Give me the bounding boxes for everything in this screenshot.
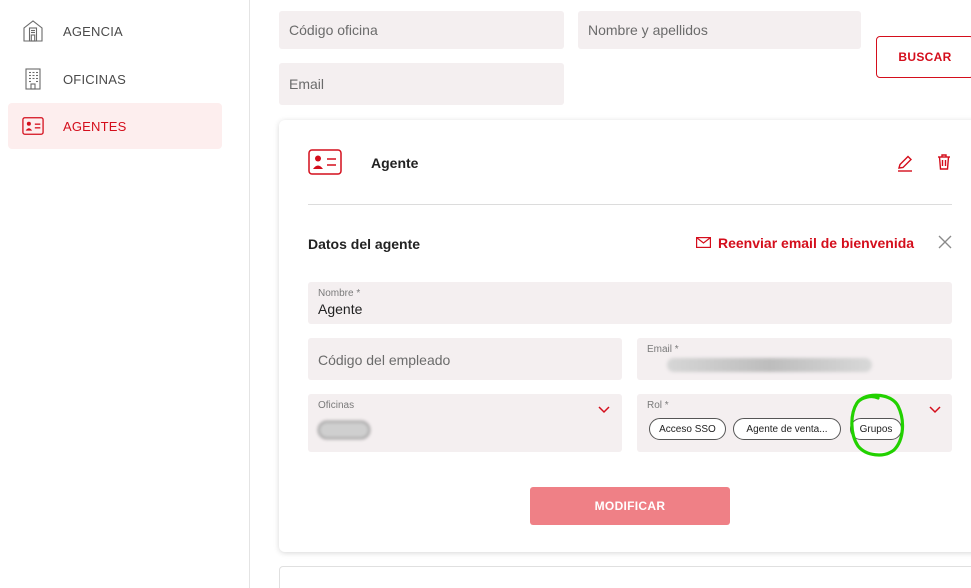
sidebar-item-agencia[interactable]: AGENCIA bbox=[8, 8, 222, 54]
resend-email-label: Reenviar email de bienvenida bbox=[718, 235, 915, 251]
sidebar-item-label: AGENCIA bbox=[63, 23, 123, 39]
resend-welcome-email-link[interactable]: Reenviar email de bienvenida bbox=[696, 235, 914, 251]
role-select[interactable]: Rol * Acceso SSO Agente de venta... Grup… bbox=[637, 394, 952, 452]
id-card-icon bbox=[308, 149, 342, 175]
name-field[interactable] bbox=[578, 11, 861, 49]
agent-card: Agente Datos del agente Reenviar email d… bbox=[279, 120, 971, 552]
employee-code-placeholder: Código del empleado bbox=[318, 352, 451, 368]
role-chip-sales-agent[interactable]: Agente de venta... bbox=[733, 418, 841, 440]
name-field[interactable]: Nombre * Agente bbox=[308, 282, 952, 324]
sidebar-item-label: OFICINAS bbox=[63, 71, 126, 87]
role-label: Rol * bbox=[647, 400, 669, 411]
card-title: Agente bbox=[371, 155, 419, 171]
trash-icon[interactable] bbox=[936, 153, 954, 171]
divider bbox=[308, 204, 952, 205]
search-button[interactable]: BUSCAR bbox=[876, 36, 971, 78]
role-chip-sso[interactable]: Acceso SSO bbox=[649, 418, 726, 440]
sidebar: AGENCIA OFICINAS AGENTES bbox=[0, 0, 250, 588]
office-code-input[interactable] bbox=[279, 11, 564, 49]
role-chip-groups[interactable]: Grupos bbox=[850, 418, 902, 440]
email-search-field[interactable] bbox=[279, 63, 564, 105]
sidebar-item-label: AGENTES bbox=[63, 118, 127, 134]
email-label: Email * bbox=[647, 344, 679, 355]
chevron-down-icon[interactable] bbox=[597, 402, 611, 414]
sidebar-item-agentes[interactable]: AGENTES bbox=[8, 103, 222, 149]
envelope-icon bbox=[696, 235, 712, 251]
redacted-email bbox=[667, 358, 872, 372]
office-building-icon bbox=[22, 68, 44, 90]
name-label: Nombre * bbox=[318, 288, 361, 299]
edit-icon[interactable] bbox=[896, 154, 914, 172]
chevron-down-icon[interactable] bbox=[928, 402, 942, 414]
modify-button[interactable]: MODIFICAR bbox=[530, 487, 730, 525]
name-value: Agente bbox=[318, 301, 363, 317]
building-icon bbox=[22, 20, 44, 42]
email-search-input[interactable] bbox=[279, 63, 564, 105]
offices-label: Oficinas bbox=[318, 400, 355, 411]
email-field[interactable]: Email * bbox=[637, 338, 952, 380]
name-input[interactable] bbox=[578, 11, 861, 49]
sidebar-item-oficinas[interactable]: OFICINAS bbox=[8, 56, 222, 102]
close-icon[interactable] bbox=[937, 234, 953, 250]
office-code-field[interactable] bbox=[279, 11, 564, 49]
offices-select[interactable]: Oficinas bbox=[308, 394, 622, 452]
employee-code-field[interactable]: Código del empleado bbox=[308, 338, 622, 380]
redacted-office-chip bbox=[318, 421, 370, 439]
next-agent-card bbox=[279, 566, 971, 588]
id-card-icon bbox=[22, 115, 44, 137]
section-title: Datos del agente bbox=[308, 236, 421, 252]
